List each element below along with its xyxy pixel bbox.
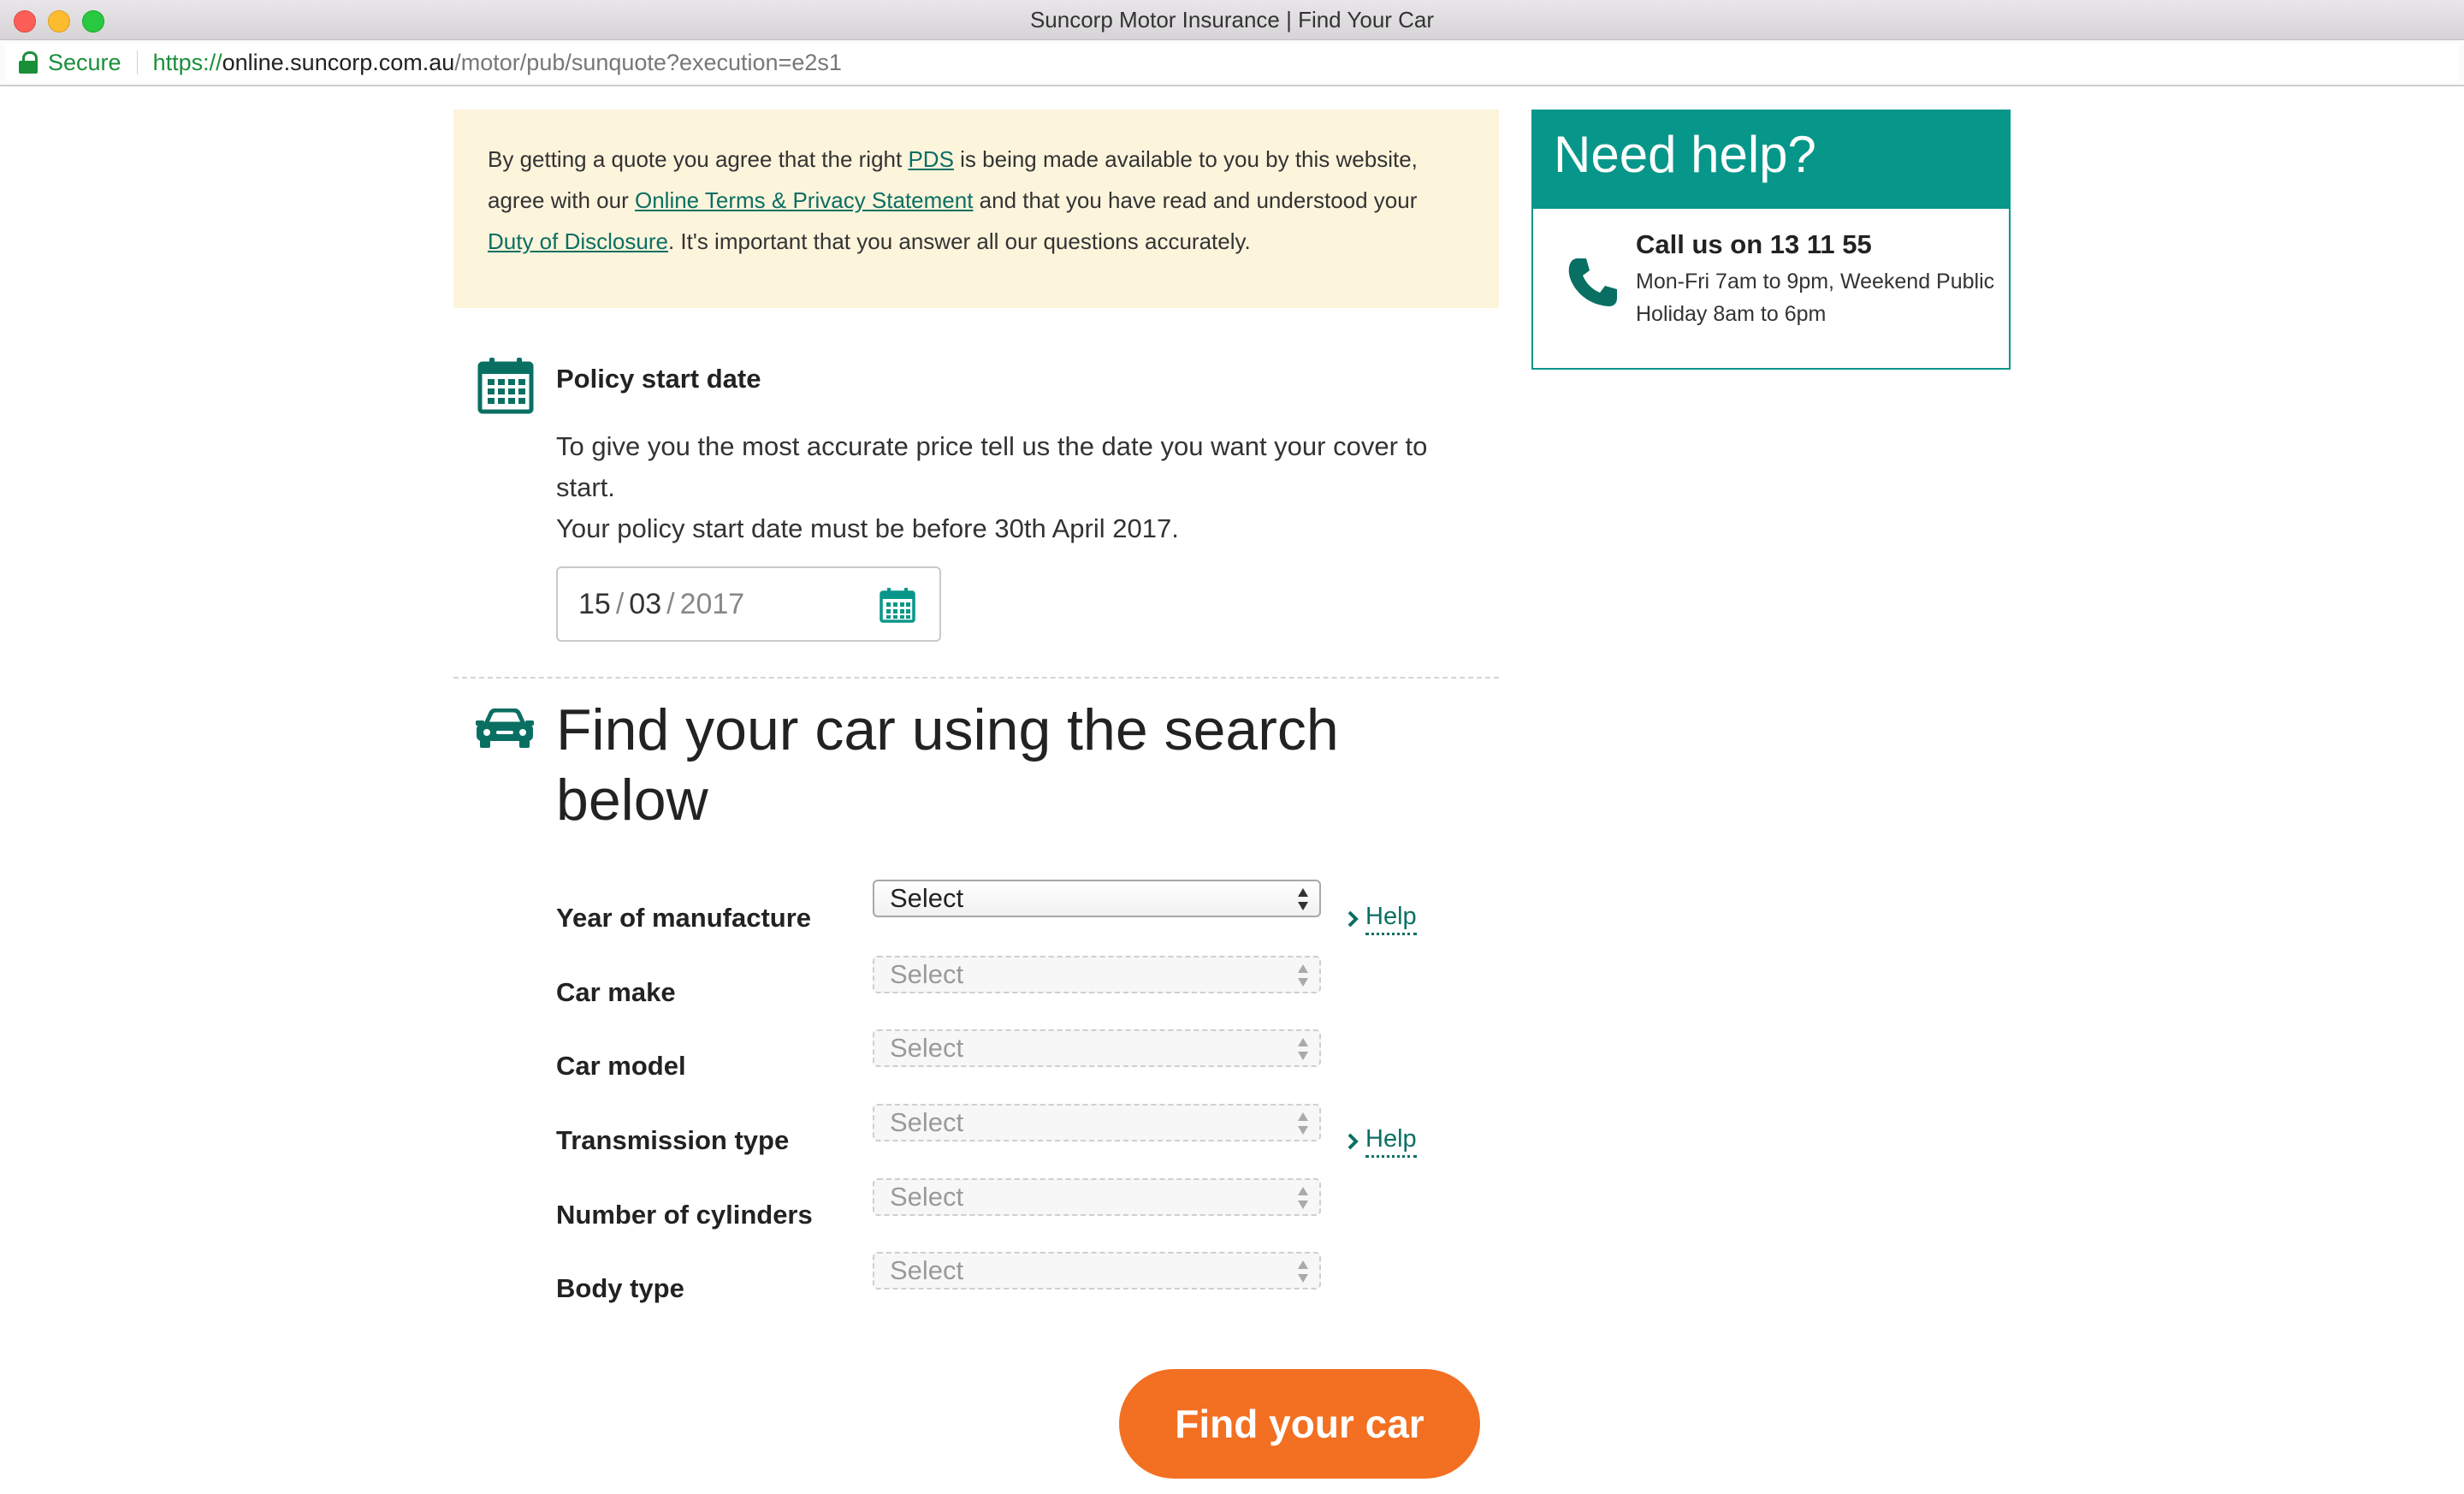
- select-value: Select: [890, 959, 964, 989]
- call-hours-text: Mon-Fri 7am to 9pm, Weekend Public Holid…: [1636, 270, 1995, 326]
- select-value: Select: [890, 1033, 964, 1063]
- url-field[interactable]: Secure https:// online.suncorp.com.au /m…: [5, 44, 2459, 81]
- select-value: Select: [890, 883, 964, 913]
- select-arrows-icon: [1298, 1112, 1308, 1135]
- policy-start-date-heading: Policy start date: [556, 364, 761, 394]
- date-day[interactable]: 15: [578, 588, 611, 621]
- calendar-icon: [477, 356, 534, 418]
- select-arrows-icon: [1298, 1187, 1308, 1209]
- find-car-heading: Find your car using the search below: [556, 697, 1339, 833]
- consent-text: and that you have read and understood yo…: [973, 187, 1418, 213]
- policy-deadline-line: Your policy start date must be before 30…: [556, 513, 1179, 543]
- number-of-cylinders-select[interactable]: Select: [873, 1178, 1321, 1216]
- car-icon: [474, 708, 536, 754]
- date-year[interactable]: 2017: [680, 588, 745, 621]
- pds-link[interactable]: PDS: [908, 146, 953, 172]
- transmission-type-label: Transmission type: [556, 1125, 790, 1155]
- consent-notice: By getting a quote you agree that the ri…: [453, 110, 1499, 308]
- transmission-type-select[interactable]: Select: [873, 1104, 1321, 1141]
- select-value: Select: [890, 1255, 964, 1285]
- window-title: Suncorp Motor Insurance | Find Your Car: [1029, 7, 1435, 33]
- body-type-label: Body type: [556, 1273, 684, 1303]
- section-divider: [453, 677, 1499, 679]
- help-label[interactable]: Help: [1365, 1125, 1417, 1158]
- car-make-label: Car make: [556, 977, 676, 1007]
- need-help-heading: Need help?: [1533, 111, 2009, 209]
- select-arrows-icon: [1298, 964, 1308, 987]
- terms-privacy-link[interactable]: Online Terms & Privacy Statement: [635, 187, 973, 213]
- chevron-right-icon: [1348, 910, 1359, 928]
- date-month[interactable]: 03: [629, 588, 661, 621]
- select-value: Select: [890, 1107, 964, 1137]
- date-picker-calendar-icon[interactable]: [880, 587, 915, 631]
- car-make-select[interactable]: Select: [873, 956, 1321, 993]
- select-arrows-icon: [1298, 1260, 1308, 1283]
- body-type-select[interactable]: Select: [873, 1252, 1321, 1289]
- year-of-manufacture-label: Year of manufacture: [556, 903, 812, 933]
- policy-start-date-description: To give you the most accurate price tell…: [556, 426, 1489, 549]
- call-us-text[interactable]: Call us on 13 11 55: [1636, 229, 2112, 260]
- url-host: online.suncorp.com.au: [222, 49, 455, 75]
- url-path: /motor/pub/sunquote?execution=e2s1: [454, 49, 842, 75]
- duty-of-disclosure-link[interactable]: Duty of Disclosure: [488, 228, 668, 254]
- policy-description-line: To give you the most accurate price tell…: [556, 431, 1428, 502]
- year-of-manufacture-select[interactable]: Select: [873, 880, 1321, 917]
- lock-icon: [19, 51, 38, 74]
- transmission-help-link[interactable]: Help: [1347, 1125, 1417, 1158]
- select-arrows-icon: [1298, 888, 1308, 910]
- car-model-label: Car model: [556, 1051, 686, 1081]
- select-arrows-icon: [1298, 1038, 1308, 1060]
- consent-text: By getting a quote you agree that the ri…: [488, 146, 909, 172]
- address-bar: Secure https:// online.suncorp.com.au /m…: [0, 40, 2464, 86]
- need-help-panel: Need help? Call us on 13 11 55 Mon-Fri 7…: [1531, 110, 2011, 370]
- window-titlebar: Suncorp Motor Insurance | Find Your Car: [0, 0, 2464, 40]
- date-separator: /: [666, 587, 675, 620]
- number-of-cylinders-label: Number of cylinders: [556, 1200, 813, 1230]
- chevron-right-icon: [1348, 1133, 1359, 1150]
- year-help-link[interactable]: Help: [1347, 903, 1417, 935]
- policy-start-date-input[interactable]: 15 / 03 / 2017: [556, 566, 941, 642]
- url-scheme: https://: [152, 49, 222, 75]
- car-model-select[interactable]: Select: [873, 1029, 1321, 1067]
- phone-icon: [1566, 255, 1620, 314]
- help-label[interactable]: Help: [1365, 903, 1417, 935]
- url-separator: [136, 50, 138, 74]
- find-your-car-button[interactable]: Find your car: [1119, 1369, 1480, 1479]
- date-separator: /: [615, 587, 625, 620]
- select-value: Select: [890, 1182, 964, 1212]
- consent-text: . It's important that you answer all our…: [667, 228, 1251, 254]
- secure-label: Secure: [48, 49, 121, 75]
